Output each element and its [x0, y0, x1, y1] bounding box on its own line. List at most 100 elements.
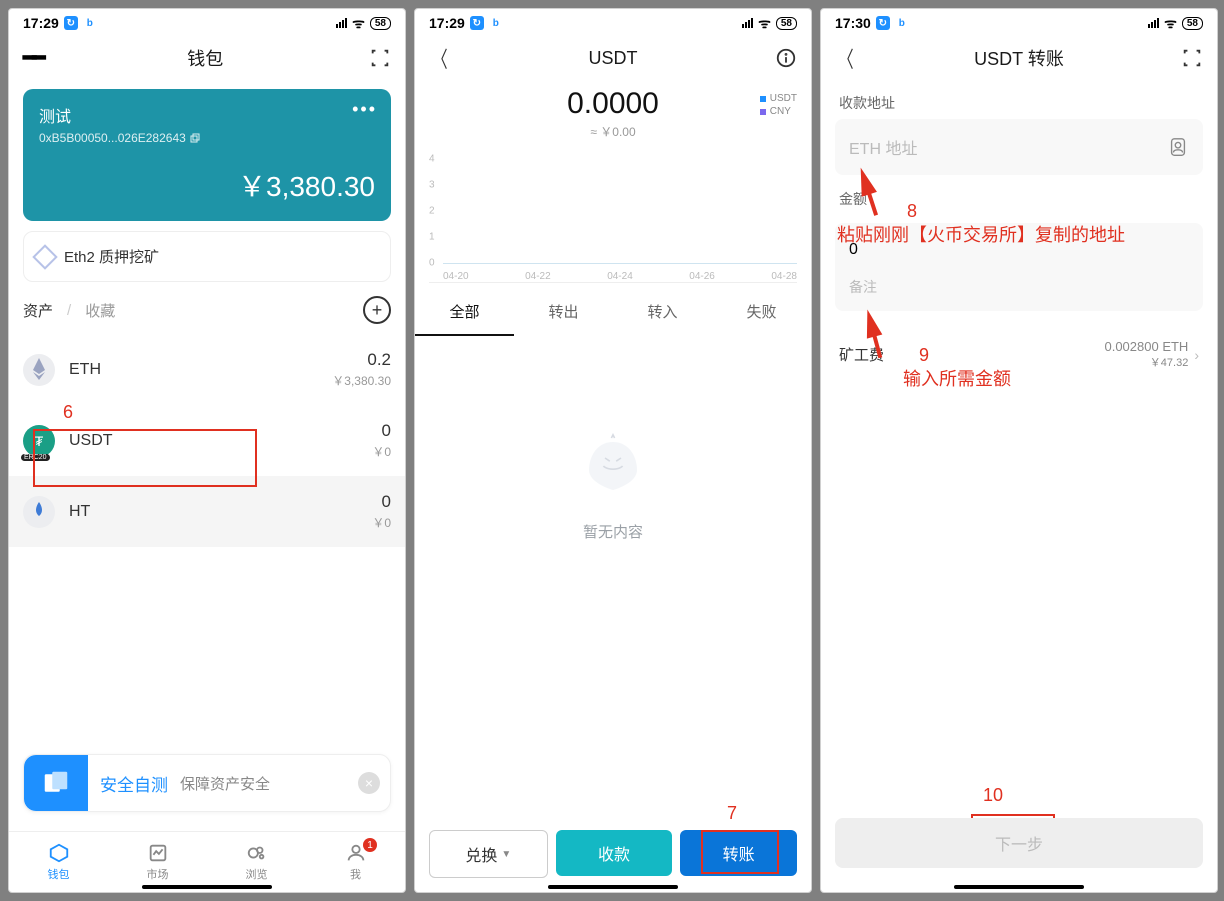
battery-icon: 58 [370, 17, 391, 30]
asset-tabs: 资产 / 收藏 + [9, 296, 405, 324]
ht-icon [23, 496, 55, 528]
screen-wallet: 17:29 ↻ b ᯤ 58 ━━ 钱包 ••• 测试 0xB5B00050...02… [8, 8, 406, 893]
screen-transfer: 17:30↻b ᯤ58 〈 USDT 转账 收款地址 ETH 地址 金额 0 备… [820, 8, 1218, 893]
tab-wallet[interactable]: 钱包 [9, 832, 108, 892]
tab-favorites[interactable]: 收藏 [85, 300, 115, 321]
asset-row-eth[interactable]: ETH 0.2￥3,380.30 [9, 334, 405, 405]
address-input[interactable]: ETH 地址 [835, 119, 1203, 175]
wallet-balance: ￥3,380.30 [39, 165, 375, 205]
wallet-card[interactable]: ••• 测试 0xB5B00050...026E282643 ￥3,380.30 [23, 89, 391, 221]
contacts-icon[interactable] [1167, 136, 1189, 158]
menu-icon[interactable]: ━━ [23, 45, 42, 71]
action-bar: 兑换▼ 收款 转账 [429, 830, 797, 878]
eth-diamond-icon [32, 244, 57, 269]
balance-chart: 4 3 2 1 0 04-2004-2204-2404-2604-28 [429, 152, 797, 283]
tab-market[interactable]: 市场 [108, 832, 207, 892]
wifi-icon: ᯤ [1164, 14, 1177, 33]
home-indicator[interactable] [548, 885, 678, 889]
home-indicator[interactable] [142, 885, 272, 889]
clock: 17:29 [429, 15, 465, 31]
clock: 17:30 [835, 15, 871, 31]
notification-badge: 1 [363, 838, 377, 852]
stake-banner[interactable]: Eth2 质押挖矿 [23, 231, 391, 282]
tab-bar: 钱包 市场 浏览 1我 [9, 831, 405, 892]
chevron-right-icon: › [1194, 347, 1199, 363]
memo-placeholder: 备注 [849, 277, 1189, 297]
status-bar: 17:29 ↻ b ᯤ 58 [415, 9, 811, 37]
more-icon[interactable]: ••• [352, 99, 377, 120]
asset-list: ETH 0.2￥3,380.30 ₮ERC20 USDT 0￥0 HT 0￥0 [9, 334, 405, 547]
send-button[interactable]: 转账 [680, 830, 797, 876]
miner-fee-row[interactable]: 矿工费 0.002800 ETH￥47.32 › [835, 325, 1203, 384]
info-icon[interactable] [775, 47, 797, 69]
app-indicator-2-icon: b [489, 16, 503, 30]
signal-icon [742, 18, 753, 28]
nav-bar: 〈 USDT [415, 37, 811, 79]
filter-out[interactable]: 转出 [514, 289, 613, 336]
home-indicator[interactable] [954, 885, 1084, 889]
app-indicator-icon: ↻ [470, 16, 484, 30]
annotation-7: 7 [727, 803, 737, 824]
address-placeholder: ETH 地址 [849, 135, 917, 159]
filter-in[interactable]: 转入 [613, 289, 712, 336]
clock: 17:29 [23, 15, 59, 31]
wallet-address[interactable]: 0xB5B00050...026E282643 [39, 131, 375, 145]
next-button[interactable]: 下一步 [835, 818, 1203, 868]
empty-text: 暂无内容 [415, 521, 811, 542]
receive-button[interactable]: 收款 [556, 830, 673, 876]
app-indicator-icon: ↻ [64, 16, 78, 30]
nav-bar: ━━ 钱包 [9, 37, 405, 79]
back-icon[interactable]: 〈 [838, 42, 853, 74]
annotation-8-text: 粘贴刚刚【火币交易所】复制的地址 [837, 221, 1125, 247]
wifi-icon: ᯤ [352, 14, 365, 33]
scan-icon[interactable] [1181, 47, 1203, 69]
tab-me[interactable]: 1我 [306, 832, 405, 892]
chart-legend: USDT CNY [760, 93, 797, 119]
wifi-icon: ᯤ [758, 14, 771, 33]
scan-icon[interactable] [369, 47, 391, 69]
usdt-icon: ₮ERC20 [23, 425, 55, 457]
add-asset-button[interactable]: + [363, 296, 391, 324]
status-bar: 17:29 ↻ b ᯤ 58 [9, 9, 405, 37]
annotation-9-num: 9 [919, 345, 929, 366]
security-toast[interactable]: 安全自测 保障资产安全 × [23, 754, 391, 812]
annotation-9-text: 输入所需金额 [903, 365, 1011, 391]
security-icon [24, 755, 88, 811]
filter-all[interactable]: 全部 [415, 289, 514, 336]
exchange-button[interactable]: 兑换▼ [429, 830, 548, 878]
page-title: 钱包 [187, 45, 223, 71]
fee-fiat: ￥47.32 [1104, 354, 1188, 370]
app-indicator-2-icon: b [83, 16, 97, 30]
eth-icon [23, 354, 55, 386]
page-title: USDT 转账 [974, 45, 1064, 71]
status-bar: 17:30↻b ᯤ58 [821, 9, 1217, 37]
label-amount: 金额 [821, 175, 1217, 215]
tab-browser[interactable]: 浏览 [207, 832, 306, 892]
tab-assets[interactable]: 资产 [23, 300, 53, 321]
tx-filter-tabs: 全部 转出 转入 失败 [415, 289, 811, 336]
signal-icon [336, 18, 347, 28]
app-indicator-2-icon: b [895, 16, 909, 30]
empty-state: 暂无内容 [415, 426, 811, 542]
toast-subtitle: 保障资产安全 [180, 773, 270, 794]
app-indicator-icon: ↻ [876, 16, 890, 30]
label-address: 收款地址 [821, 79, 1217, 119]
back-icon[interactable]: 〈 [432, 42, 447, 74]
asset-row-ht[interactable]: HT 0￥0 [9, 476, 405, 547]
nav-bar: 〈 USDT 转账 [821, 37, 1217, 79]
annotation-6: 6 [63, 402, 73, 423]
signal-icon [1148, 18, 1159, 28]
page-title: USDT [589, 48, 638, 69]
annotation-10-num: 10 [983, 785, 1003, 806]
screen-asset-detail: 17:29 ↻ b ᯤ 58 〈 USDT 0.0000 ≈ ￥0.00 USDT C… [414, 8, 812, 893]
annotation-8-num: 8 [907, 201, 917, 222]
filter-fail[interactable]: 失败 [712, 289, 811, 336]
balance-display: 0.0000 ≈ ￥0.00 USDT CNY [415, 79, 811, 146]
close-icon[interactable]: × [358, 772, 380, 794]
fee-value: 0.002800 ETH [1104, 339, 1188, 354]
battery-icon: 58 [776, 17, 797, 30]
wallet-name: 测试 [39, 103, 375, 127]
balance-fiat: ≈ ￥0.00 [415, 123, 811, 140]
toast-title: 安全自测 [100, 771, 168, 796]
balance-amount: 0.0000 [415, 87, 811, 121]
